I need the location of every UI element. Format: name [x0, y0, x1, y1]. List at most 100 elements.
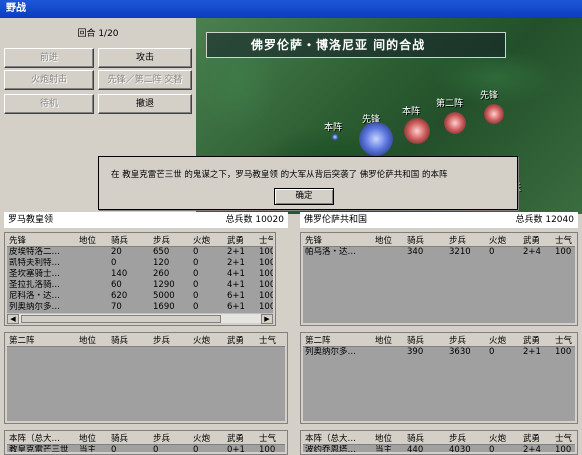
column-header[interactable]: 地位	[375, 433, 405, 445]
table-cell: 100	[259, 247, 273, 257]
table-cell: 波约乔恩塔…	[305, 445, 357, 452]
unit-marker-right-vanguard[interactable]	[484, 104, 504, 124]
column-header[interactable]: 骑兵	[111, 235, 151, 247]
right-army-header: 佛罗伦萨共和国 总兵数 12040	[300, 212, 578, 228]
column-header[interactable]: 士气	[259, 235, 273, 247]
table-cell: 0	[111, 258, 117, 268]
column-header[interactable]: 地位	[79, 235, 109, 247]
column-header[interactable]: 骑兵	[407, 335, 447, 347]
column-header[interactable]: 本阵（总大…	[305, 433, 373, 445]
table-cell: 100	[259, 445, 276, 452]
column-header[interactable]: 士气	[259, 433, 281, 445]
table-row[interactable]: 帕乌洛・达… 340 3210 0 2+4 100	[303, 247, 575, 258]
column-header[interactable]: 地位	[375, 335, 405, 347]
column-header[interactable]: 武勇	[523, 433, 553, 445]
table-cell	[375, 247, 405, 258]
column-header[interactable]: 步兵	[153, 335, 191, 347]
turn-counter: 回合 1/20	[77, 29, 119, 39]
table-row[interactable]: 皮埃特洛二… 20 650 0 2+1 100	[7, 247, 273, 258]
table-cell: 100	[259, 291, 273, 301]
table-cell: 凯特夫利特…	[9, 258, 61, 268]
column-header[interactable]: 先锋	[9, 235, 77, 247]
table-header: 先锋 地位 骑兵 步兵 火炮 武勇 士气	[303, 235, 575, 247]
standby-button[interactable]: 待机	[4, 94, 94, 114]
column-header[interactable]: 本阵（总大…	[9, 433, 77, 445]
table-row[interactable]: 列奥纳尔多… 70 1690 0 6+1 100	[7, 302, 273, 313]
table-cell: 0	[193, 291, 199, 301]
column-header[interactable]: 火炮	[193, 235, 225, 247]
column-header[interactable]: 火炮	[193, 433, 225, 445]
column-header[interactable]: 骑兵	[407, 235, 447, 247]
unit-marker-right-second[interactable]	[444, 112, 466, 134]
ok-button[interactable]: 确定	[274, 188, 334, 205]
column-header[interactable]: 火炮	[489, 335, 521, 347]
table-cell: 尼科洛・达…	[9, 291, 61, 301]
unit-table-body: 先锋 地位 骑兵 步兵 火炮 武勇 士气 帕乌洛・达… 340 3210 0 2+4 100	[303, 235, 575, 323]
table-cell: 440	[407, 445, 424, 452]
right-main-table: 本阵（总大… 地位 骑兵 步兵 火炮 武勇 士气 波约乔恩塔… 当主 440 4030 0 2+4 100	[300, 430, 578, 455]
table-header: 本阵（总大… 地位 骑兵 步兵 火炮 武勇 士气	[303, 433, 575, 445]
cannon-fire-button[interactable]: 火炮射击	[4, 70, 94, 90]
table-cell: 100	[259, 280, 273, 290]
scroll-thumb[interactable]	[21, 315, 221, 323]
column-header[interactable]: 骑兵	[111, 433, 151, 445]
column-header[interactable]: 步兵	[449, 433, 487, 445]
right-army-name: 佛罗伦萨共和国	[304, 215, 368, 225]
column-header[interactable]: 武勇	[227, 433, 257, 445]
table-row[interactable]: 圣拉扎洛骑… 60 1290 0 4+1 100	[7, 280, 273, 291]
right-second-table: 第二阵 地位 骑兵 步兵 火炮 武勇 士气 列奥纳尔多… 390 3630 0 2+1 100	[300, 332, 578, 424]
horizontal-scrollbar[interactable]: ◀ ▶	[7, 313, 273, 324]
column-header[interactable]: 地位	[375, 235, 405, 247]
column-header[interactable]: 第二阵	[9, 335, 77, 347]
table-row[interactable]: 列奥纳尔多… 390 3630 0 2+1 100	[303, 347, 575, 358]
column-header[interactable]: 武勇	[523, 235, 553, 247]
column-header[interactable]: 步兵	[449, 335, 487, 347]
scroll-left-arrow-icon[interactable]: ◀	[7, 314, 19, 324]
column-header[interactable]: 武勇	[523, 335, 553, 347]
column-header[interactable]: 步兵	[153, 433, 191, 445]
window-title: 野战	[0, 0, 582, 18]
unit-marker-right-main[interactable]	[404, 118, 430, 144]
column-header[interactable]: 骑兵	[111, 335, 151, 347]
column-header[interactable]: 火炮	[193, 335, 225, 347]
column-header[interactable]: 地位	[79, 335, 109, 347]
advance-button[interactable]: 前进	[4, 48, 94, 68]
table-cell: 3630	[449, 347, 471, 357]
attack-button[interactable]: 攻击	[98, 48, 192, 68]
column-header[interactable]: 士气	[555, 335, 575, 347]
table-row[interactable]: 尼科洛・达… 620 5000 0 6+1 100	[7, 291, 273, 302]
table-row[interactable]: 教皇克雷芒三世 当主 0 0 0 0+1 100	[7, 445, 285, 452]
table-row[interactable]: 圣坎塞骑士… 140 260 0 4+1 100	[7, 269, 273, 280]
column-header[interactable]: 武勇	[227, 335, 257, 347]
retreat-button[interactable]: 撤退	[98, 94, 192, 114]
column-header[interactable]: 骑兵	[407, 433, 447, 445]
unit-marker-left-vanguard[interactable]	[359, 122, 393, 156]
table-row[interactable]: 波约乔恩塔… 当主 440 4030 0 2+4 100	[303, 445, 575, 452]
scroll-right-arrow-icon[interactable]: ▶	[261, 314, 273, 324]
table-cell: 100	[259, 269, 273, 279]
table-cell	[375, 347, 405, 358]
table-cell: 650	[153, 247, 170, 257]
column-header[interactable]: 步兵	[153, 235, 191, 247]
column-header[interactable]: 地位	[79, 433, 109, 445]
column-header[interactable]: 武勇	[227, 235, 257, 247]
column-header[interactable]: 第二阵	[305, 335, 373, 347]
column-header[interactable]: 火炮	[489, 235, 521, 247]
event-message: 在 教皇克雷芒三世 的鬼谋之下，罗马教皇领 的大军从背后突袭了 佛罗伦萨共和国 …	[111, 170, 448, 180]
table-cell: 20	[111, 247, 122, 257]
table-cell: 100	[259, 258, 273, 268]
column-header[interactable]: 士气	[555, 235, 575, 247]
column-header[interactable]: 士气	[259, 335, 281, 347]
table-cell: 圣坎塞骑士…	[9, 269, 61, 279]
column-header[interactable]: 士气	[555, 433, 575, 445]
table-cell: 2+4	[523, 247, 541, 257]
column-header[interactable]: 步兵	[449, 235, 487, 247]
column-header[interactable]: 火炮	[489, 433, 521, 445]
table-row[interactable]: 凯特夫利特… 0 120 0 2+1 100	[7, 258, 273, 269]
unit-marker-left-main[interactable]	[332, 134, 338, 140]
table-cell: 70	[111, 302, 122, 312]
column-header[interactable]: 先锋	[305, 235, 373, 247]
table-cell: 2+1	[227, 247, 245, 257]
swap-formation-button[interactable]: 先锋／第二阵 交替	[98, 70, 192, 90]
table-header: 第二阵 地位 骑兵 步兵 火炮 武勇 士气	[7, 335, 285, 347]
